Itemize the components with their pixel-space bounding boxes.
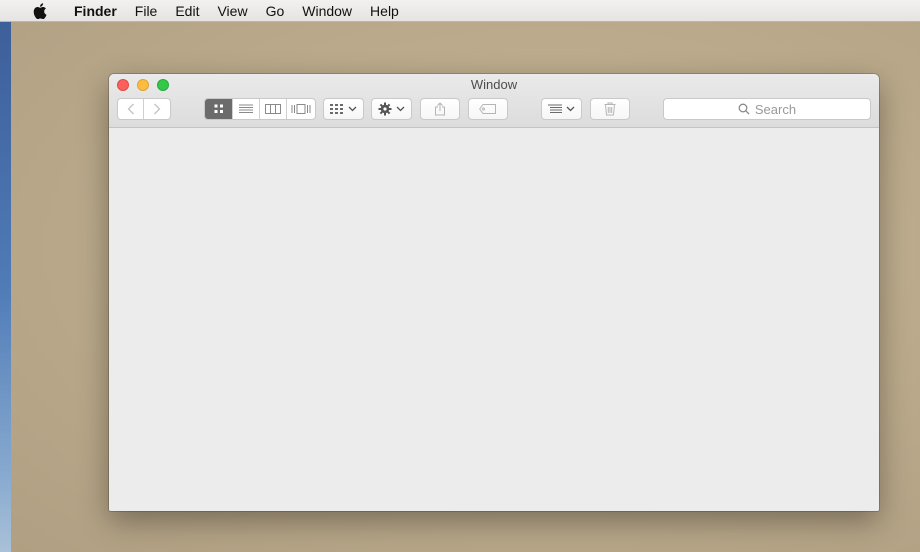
arrange-grid-icon [330, 104, 343, 114]
menu-go[interactable]: Go [257, 0, 294, 22]
list-view-icon [239, 104, 254, 113]
window-content-area[interactable] [109, 128, 879, 511]
search-field[interactable]: Search [663, 98, 871, 120]
window-titlebar[interactable]: Window Search [109, 74, 879, 128]
list-sort-icon [548, 104, 562, 113]
search-icon [738, 103, 750, 115]
cover-flow-icon [291, 104, 311, 114]
menu-file[interactable]: File [126, 0, 167, 22]
icon-view-button[interactable] [205, 99, 234, 119]
chevron-down-icon [566, 106, 575, 112]
finder-window: Window Search [109, 74, 879, 511]
menu-edit[interactable]: Edit [166, 0, 208, 22]
list-view-button[interactable] [233, 99, 260, 119]
back-icon [127, 103, 134, 115]
trash-button[interactable] [590, 98, 630, 120]
action-button[interactable] [371, 98, 412, 120]
chevron-down-icon [348, 106, 357, 112]
icon-view-icon [214, 104, 223, 113]
column-view-button[interactable] [260, 99, 287, 119]
share-button[interactable] [420, 98, 460, 120]
menu-help[interactable]: Help [361, 0, 408, 22]
forward-button[interactable] [144, 99, 170, 119]
search-placeholder: Search [754, 101, 797, 117]
column-view-icon [264, 104, 281, 114]
trash-icon [604, 102, 616, 116]
forward-icon [154, 103, 161, 115]
chevron-down-icon [396, 106, 405, 112]
tag-button[interactable] [468, 98, 508, 120]
desktop-edge [0, 22, 11, 552]
tag-icon [479, 104, 496, 114]
share-icon [435, 102, 445, 116]
menu-finder[interactable]: Finder [65, 0, 126, 22]
view-mode-control [204, 98, 316, 120]
cover-flow-button[interactable] [287, 99, 315, 119]
apple-icon[interactable] [30, 0, 50, 22]
menu-view[interactable]: View [208, 0, 256, 22]
nav-buttons [117, 98, 171, 120]
menu-bar: Finder File Edit View Go Window Help [0, 0, 920, 22]
menu-window[interactable]: Window [293, 0, 361, 22]
back-button[interactable] [118, 99, 145, 119]
gear-icon [378, 102, 392, 116]
window-title: Window [470, 77, 518, 92]
sort-button[interactable] [541, 98, 582, 120]
arrange-button[interactable] [323, 98, 364, 120]
